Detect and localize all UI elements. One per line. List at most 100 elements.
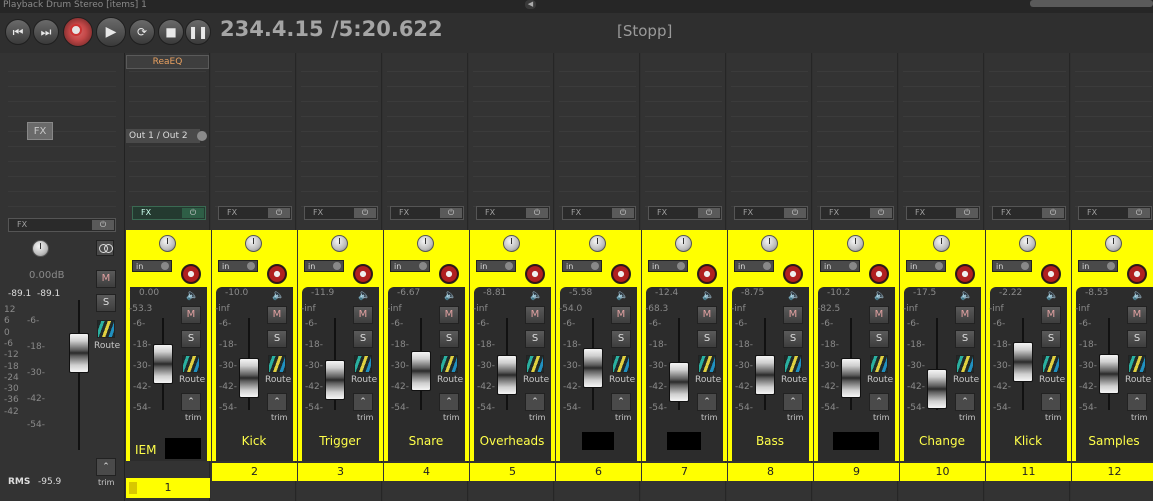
record-arm-button[interactable] bbox=[439, 264, 459, 284]
pan-knob[interactable] bbox=[675, 235, 692, 252]
track-fx-bar[interactable]: FX ⏻ bbox=[820, 206, 894, 220]
master-fx-button[interactable]: FX bbox=[27, 122, 53, 140]
route-icon[interactable] bbox=[784, 355, 802, 373]
record-arm-button[interactable] bbox=[869, 264, 889, 284]
power-icon[interactable]: ⏻ bbox=[440, 208, 462, 218]
mute-button[interactable]: M bbox=[955, 306, 975, 324]
record-arm-button[interactable] bbox=[525, 264, 545, 284]
pan-knob[interactable] bbox=[503, 235, 520, 252]
power-icon[interactable]: ⏻ bbox=[268, 208, 290, 218]
route-icon[interactable] bbox=[698, 355, 716, 373]
speaker-icon[interactable]: 🔈 bbox=[874, 290, 887, 301]
record-arm-button[interactable] bbox=[1041, 264, 1061, 284]
record-button[interactable] bbox=[63, 17, 93, 47]
solo-button[interactable]: S bbox=[267, 330, 287, 348]
master-fader[interactable] bbox=[69, 333, 89, 373]
volume-fader[interactable] bbox=[497, 355, 517, 395]
track-fx-bar[interactable]: FX ⏻ bbox=[218, 206, 292, 220]
trim-icon[interactable]: ⌃ bbox=[611, 393, 631, 411]
track-fx-bar[interactable]: FX ⏻ bbox=[734, 206, 808, 220]
speaker-icon[interactable]: 🔈 bbox=[702, 290, 715, 301]
track-name[interactable]: Change bbox=[900, 434, 984, 448]
stop-button[interactable]: ■ bbox=[158, 19, 184, 45]
solo-button[interactable]: S bbox=[697, 330, 717, 348]
pan-knob[interactable] bbox=[417, 235, 434, 252]
mute-button[interactable]: M bbox=[353, 306, 373, 324]
mute-button[interactable]: M bbox=[783, 306, 803, 324]
fx-slot-reaeq[interactable]: ReaEQ bbox=[126, 55, 209, 69]
trim-icon[interactable]: ⌃ bbox=[1127, 393, 1147, 411]
input-selector[interactable]: in bbox=[304, 260, 344, 272]
track-fx-bar[interactable]: FX ⏻ bbox=[476, 206, 550, 220]
play-button[interactable]: ▶ bbox=[96, 17, 126, 47]
speaker-icon[interactable]: 🔈 bbox=[788, 290, 801, 301]
solo-button[interactable]: S bbox=[783, 330, 803, 348]
pan-knob[interactable] bbox=[245, 235, 262, 252]
go-to-start-button[interactable]: ⏮ bbox=[5, 19, 31, 45]
mute-button[interactable]: M bbox=[611, 306, 631, 324]
master-mute-button[interactable]: M bbox=[96, 270, 116, 288]
speaker-icon[interactable]: 🔈 bbox=[616, 290, 629, 301]
track-fx-bar[interactable]: FX ⏻ bbox=[390, 206, 464, 220]
stereo-link-icon[interactable] bbox=[96, 240, 114, 256]
power-icon[interactable]: ⏻ bbox=[1128, 208, 1150, 218]
speaker-icon[interactable]: 🔈 bbox=[960, 290, 973, 301]
volume-fader[interactable] bbox=[841, 357, 861, 398]
record-arm-button[interactable] bbox=[783, 264, 803, 284]
route-icon[interactable] bbox=[268, 355, 286, 373]
route-icon[interactable] bbox=[956, 355, 974, 373]
trim-icon[interactable]: ⌃ bbox=[1041, 393, 1061, 411]
track-number-bar[interactable]: 12 bbox=[1072, 463, 1153, 481]
power-icon[interactable]: ⏻ bbox=[956, 208, 978, 218]
power-icon[interactable]: ⏻ bbox=[182, 208, 204, 218]
horizontal-scrollbar[interactable] bbox=[1030, 0, 1153, 7]
volume-fader[interactable] bbox=[153, 344, 173, 385]
route-icon[interactable] bbox=[440, 355, 458, 373]
solo-button[interactable]: S bbox=[353, 330, 373, 348]
track-number-bar[interactable]: 6 bbox=[556, 463, 641, 481]
track-fx-bar[interactable]: FX ⏻ bbox=[906, 206, 980, 220]
route-icon[interactable] bbox=[870, 355, 888, 373]
route-icon[interactable] bbox=[1042, 355, 1060, 373]
volume-fader[interactable] bbox=[239, 357, 259, 398]
mute-button[interactable]: M bbox=[181, 306, 201, 324]
input-selector[interactable]: in bbox=[820, 260, 860, 272]
trim-icon[interactable]: ⌃ bbox=[869, 393, 889, 411]
collapse-arrow-icon[interactable]: ◀ bbox=[525, 0, 536, 9]
track-fx-bar[interactable]: FX ⏻ bbox=[992, 206, 1066, 220]
pan-knob[interactable] bbox=[589, 235, 606, 252]
solo-button[interactable]: S bbox=[1127, 330, 1147, 348]
volume-fader[interactable] bbox=[411, 350, 431, 391]
record-arm-button[interactable] bbox=[1127, 264, 1147, 284]
go-to-end-button[interactable]: ⏭ bbox=[33, 19, 59, 45]
track-number-bar[interactable]: 7 bbox=[642, 463, 727, 481]
track-number-bar[interactable]: 5 bbox=[470, 463, 555, 481]
pan-knob[interactable] bbox=[331, 235, 348, 252]
input-selector[interactable]: in bbox=[1078, 260, 1118, 272]
output-dropdown-icon[interactable] bbox=[197, 131, 207, 141]
speaker-icon[interactable]: 🔈 bbox=[272, 290, 285, 301]
solo-button[interactable]: S bbox=[439, 330, 459, 348]
pan-knob[interactable] bbox=[1105, 235, 1122, 252]
input-selector[interactable]: in bbox=[218, 260, 258, 272]
pause-button[interactable]: ❚❚ bbox=[185, 19, 211, 45]
volume-fader[interactable] bbox=[669, 362, 689, 403]
pan-knob[interactable] bbox=[1019, 235, 1036, 252]
route-icon[interactable] bbox=[354, 355, 372, 373]
trim-icon[interactable]: ⌃ bbox=[353, 393, 373, 411]
power-icon[interactable]: ⏻ bbox=[92, 220, 114, 230]
track-number-bar[interactable]: 10 bbox=[900, 463, 985, 481]
power-icon[interactable]: ⏻ bbox=[1042, 208, 1064, 218]
pan-knob[interactable] bbox=[159, 235, 176, 252]
trim-icon[interactable]: ⌃ bbox=[697, 393, 717, 411]
input-selector[interactable]: in bbox=[562, 260, 602, 272]
master-fx-bar[interactable]: FX ⏻ bbox=[8, 218, 116, 232]
track-fx-bar[interactable]: FX ⏻ bbox=[304, 206, 378, 220]
record-arm-button[interactable] bbox=[697, 264, 717, 284]
input-selector[interactable]: in bbox=[734, 260, 774, 272]
master-solo-button[interactable]: S bbox=[96, 294, 116, 312]
pan-knob[interactable] bbox=[761, 235, 778, 252]
volume-fader[interactable] bbox=[1013, 341, 1033, 382]
track-number-bar[interactable]: 8 bbox=[728, 463, 813, 481]
input-selector[interactable]: in bbox=[476, 260, 516, 272]
